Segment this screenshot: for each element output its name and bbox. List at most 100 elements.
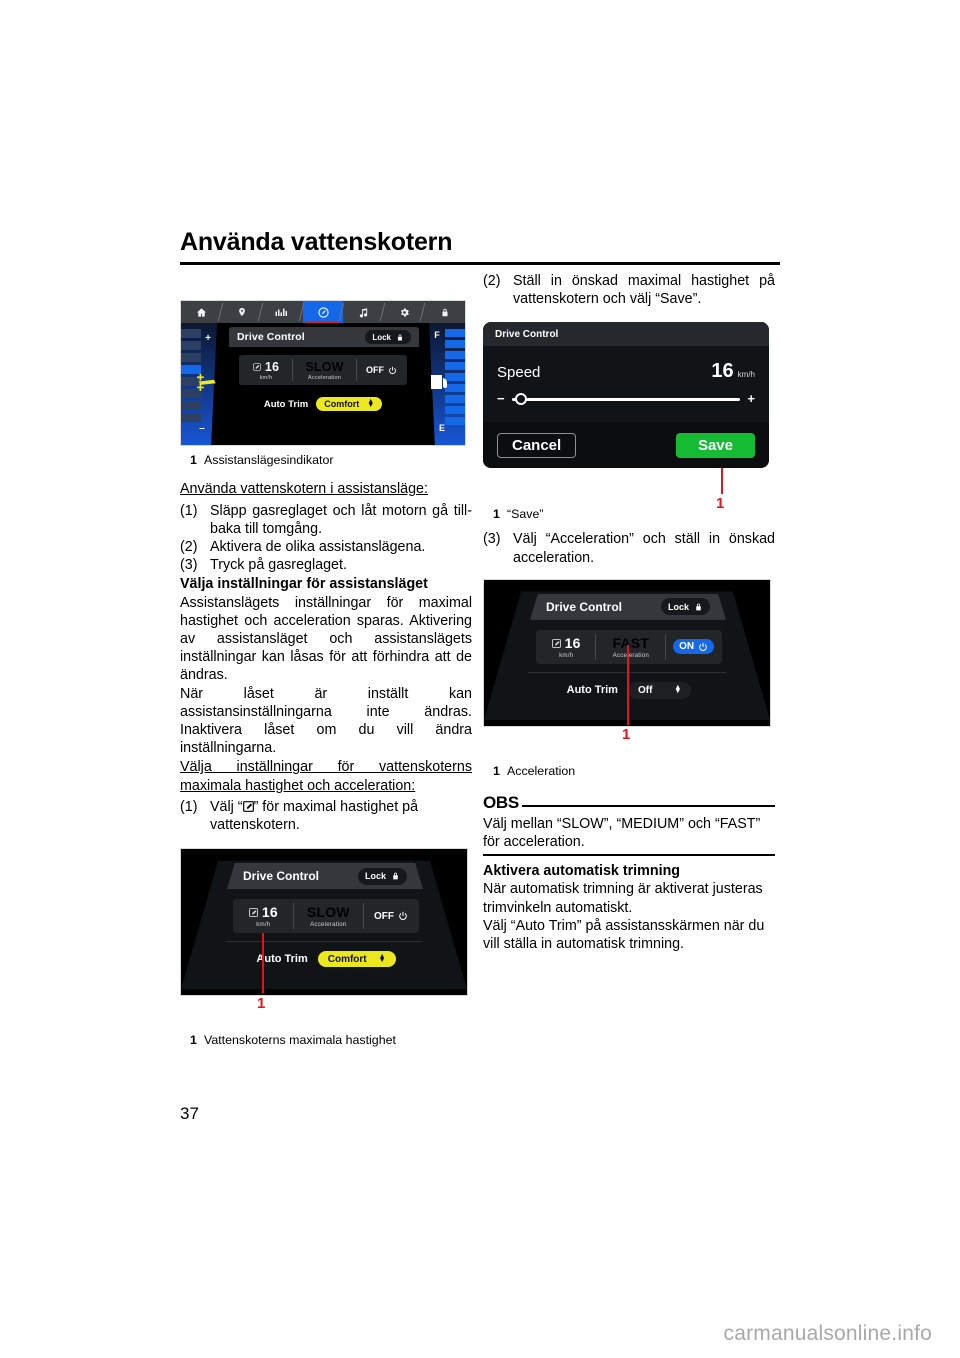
paragraph-auto-trim-2: Välj “Auto Trim” på assistansskärmen när… bbox=[483, 917, 765, 953]
auto-trim-row: Auto Trim Off ▲ ▼ bbox=[536, 681, 722, 699]
speed-slider-row[interactable]: − + bbox=[497, 392, 755, 406]
padlock-icon bbox=[393, 872, 398, 880]
caption-text: Assistanslägesindikator bbox=[204, 453, 334, 467]
increase-button[interactable]: + bbox=[747, 392, 755, 405]
power-icon bbox=[399, 911, 407, 920]
auto-trim-row: Auto Trim Comfort ▲ ▼ bbox=[233, 951, 419, 968]
gear-icon[interactable] bbox=[384, 301, 425, 323]
assist-power-setting[interactable]: OFF bbox=[368, 903, 414, 929]
acceleration-value: SLOW bbox=[305, 359, 344, 374]
padlock-icon bbox=[398, 334, 402, 340]
acceleration-label: Acceleration bbox=[307, 374, 342, 381]
speed-unit: km/h bbox=[737, 370, 755, 380]
divider bbox=[363, 903, 365, 930]
power-pill[interactable]: OFF bbox=[360, 363, 403, 377]
max-speed-unit: km/h bbox=[559, 651, 574, 659]
assist-power-setting[interactable]: OFF bbox=[360, 357, 403, 383]
auto-trim-label: Auto Trim bbox=[263, 398, 309, 410]
max-speed-setting[interactable]: 16 km/h bbox=[243, 357, 289, 383]
auto-trim-selector[interactable]: Comfort ▲ ▼ bbox=[316, 397, 383, 411]
figure-max-speed-panel: Drive Control Lock 16 km/h SLOW Accelera… bbox=[180, 848, 472, 1048]
step-number: (2) bbox=[483, 273, 501, 289]
paragraph-auto-trim-1: När automatisk trimning är aktiverat jus… bbox=[483, 881, 763, 916]
home-icon[interactable] bbox=[181, 301, 222, 323]
auto-trim-selector[interactable]: Comfort ▲ ▼ bbox=[317, 951, 396, 968]
max-speed-unit: km/h bbox=[259, 374, 273, 381]
lock-button[interactable]: Lock bbox=[660, 598, 710, 616]
drive-settings-row: 16 km/h SLOW Acceleration OFF bbox=[239, 355, 407, 385]
acceleration-label: Acceleration bbox=[310, 921, 347, 929]
acceleration-value: FAST bbox=[612, 634, 650, 651]
paragraph-assist-settings: Assistanslägets inställningar för maxima… bbox=[180, 594, 472, 684]
acceleration-label: Acceleration bbox=[612, 651, 650, 659]
lock-icon[interactable] bbox=[424, 301, 465, 323]
max-speed-setting[interactable]: 16 km/h bbox=[541, 634, 591, 660]
caption-text: Vattenskoterns maximala hastighet bbox=[204, 1033, 396, 1048]
obs-text: Välj mellan “SLOW”, “MEDIUM” och “FAST” … bbox=[483, 815, 761, 851]
note-block-obs: OBS Välj mellan “SLOW”, “MEDIUM” och “FA… bbox=[483, 793, 775, 857]
max-speed-unit: km/h bbox=[256, 921, 271, 929]
edit-pencil-box-icon bbox=[242, 800, 254, 812]
callout-leader-line bbox=[721, 468, 723, 495]
step-text: Tryck på gasreglaget. bbox=[210, 557, 347, 574]
location-pin-icon[interactable] bbox=[222, 301, 263, 323]
acceleration-setting[interactable]: FAST Acceleration bbox=[600, 634, 661, 660]
drive-control-header: Drive Control Lock bbox=[229, 327, 419, 347]
bar-chart-icon[interactable] bbox=[262, 301, 303, 323]
right-column: (2) Ställ in önskad maximal hastighet på… bbox=[483, 272, 775, 953]
speed-row: Speed 16 km/h bbox=[497, 346, 755, 383]
power-pill[interactable]: OFF bbox=[368, 909, 414, 924]
power-icon bbox=[389, 366, 396, 374]
drive-control-title: Drive Control bbox=[546, 599, 623, 614]
power-label: ON bbox=[679, 641, 695, 653]
callout-marker-1: 1 bbox=[622, 725, 631, 743]
decrease-button[interactable]: − bbox=[497, 392, 505, 405]
dialog-footer: Cancel Save bbox=[483, 422, 769, 469]
lock-button[interactable]: Lock bbox=[365, 330, 411, 344]
save-button[interactable]: Save bbox=[675, 432, 755, 458]
speed-slider[interactable] bbox=[511, 393, 741, 406]
max-speed-setting[interactable]: 16 km/h bbox=[238, 903, 289, 929]
stepper-arrows-icon[interactable]: ▲ ▼ bbox=[674, 684, 681, 695]
step-text: Släpp gasreglaget och låt motorn gå till… bbox=[210, 502, 472, 537]
step-text-before: Välj “ bbox=[210, 798, 243, 815]
acceleration-setting[interactable]: SLOW Acceleration bbox=[298, 903, 360, 929]
max-speed-value: 16 bbox=[264, 359, 280, 374]
list-item: (3) Tryck på gasreglaget. bbox=[180, 556, 472, 574]
speed-value: 16 bbox=[711, 360, 734, 383]
page-number: 37 bbox=[180, 1104, 199, 1123]
caption-text: “Save” bbox=[507, 507, 544, 522]
drive-control-dialog: Drive Control Speed 16 km/h − + Cancel S… bbox=[483, 322, 769, 469]
slider-handle[interactable] bbox=[514, 393, 527, 406]
svg-text:E: E bbox=[439, 423, 445, 433]
divider bbox=[225, 941, 423, 943]
cancel-button[interactable]: Cancel bbox=[497, 432, 577, 458]
step-text: Välj “” för maximal hastighet på vattens… bbox=[210, 798, 472, 834]
power-pill[interactable]: ON bbox=[673, 639, 715, 655]
stepper-arrows-icon[interactable]: ▲ ▼ bbox=[367, 398, 374, 409]
edit-pencil-box-icon bbox=[248, 908, 258, 917]
lock-button[interactable]: Lock bbox=[357, 867, 407, 885]
step-text: Välj “Acceleration” och ställ in önskad … bbox=[513, 531, 775, 566]
assist-power-setting[interactable]: ON bbox=[670, 634, 717, 660]
callout-leader-line bbox=[262, 933, 264, 994]
page-title: Använda vattenskotern bbox=[180, 228, 453, 256]
stepper-arrows-icon[interactable]: ▲ ▼ bbox=[379, 953, 386, 964]
drive-control-header: Drive Control Lock bbox=[530, 593, 726, 620]
list-item: (2) Ställ in önskad maximal hastighet på… bbox=[483, 272, 775, 308]
obs-header: OBS bbox=[483, 793, 775, 813]
figure-assist-mode-indicator: 1 bbox=[180, 300, 472, 468]
divider bbox=[665, 633, 667, 660]
acceleration-setting[interactable]: SLOW Acceleration bbox=[296, 357, 353, 383]
music-note-icon[interactable] bbox=[343, 301, 384, 323]
auto-trim-row: Auto Trim Comfort ▲ ▼ bbox=[239, 397, 407, 411]
speedometer-icon[interactable] bbox=[302, 301, 344, 323]
figure-acceleration-panel: Drive Control Lock 16 km/h FAST Accelera… bbox=[483, 578, 775, 779]
caption-number: 1 bbox=[493, 763, 500, 778]
auto-trim-value: Off bbox=[637, 684, 653, 696]
callout-leader-line bbox=[627, 644, 629, 725]
edit-pencil-box-icon bbox=[551, 638, 561, 648]
display-nav-bar[interactable] bbox=[181, 301, 465, 323]
caption-text: Acceleration bbox=[507, 763, 576, 778]
auto-trim-selector[interactable]: Off ▲ ▼ bbox=[627, 681, 692, 699]
